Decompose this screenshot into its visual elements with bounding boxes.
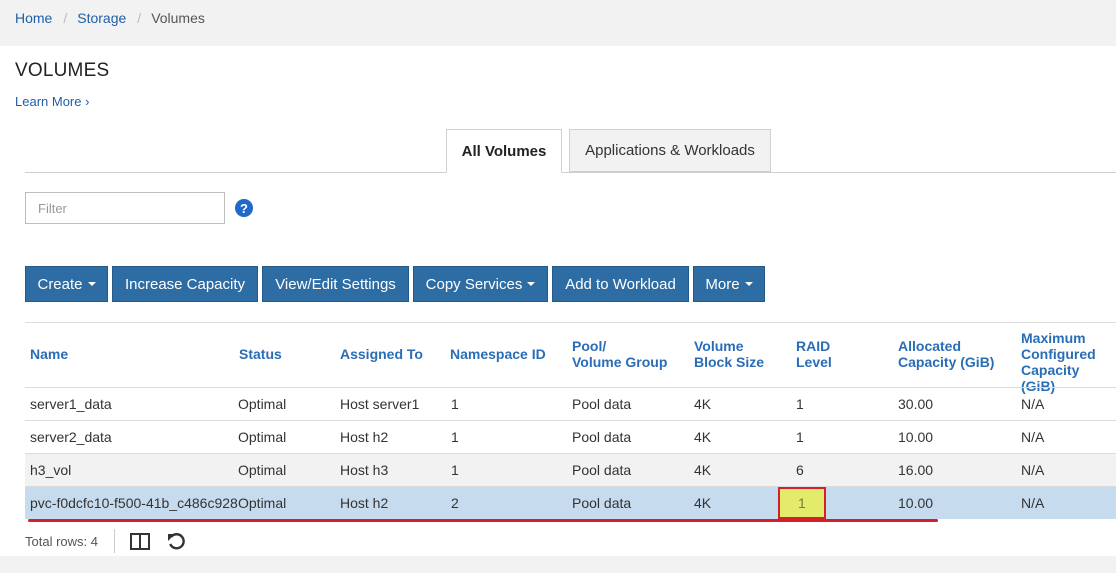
increase-capacity-button[interactable]: Increase Capacity (112, 266, 258, 302)
cell-raid: 1 (798, 495, 806, 511)
cell-max-capacity: N/A (1021, 495, 1045, 511)
copy-services-label: Copy Services (425, 275, 523, 293)
view-edit-settings-button[interactable]: View/Edit Settings (262, 266, 409, 302)
cell-status: Optimal (238, 396, 287, 412)
cell-block-size: 4K (694, 396, 712, 412)
header-alloc-line2: Capacity (GiB) (898, 354, 995, 370)
cell-name: pvc-f0dcfc10-f500-41b_c486c928 (30, 495, 238, 511)
cell-status: Optimal (238, 429, 287, 445)
cell-allocated: 16.00 (898, 462, 934, 478)
cell-namespace-id: 1 (451, 462, 459, 478)
cell-assigned-to: Host h2 (340, 429, 389, 445)
table-row-selected[interactable]: pvc-f0dcfc10-f500-41b_c486c928 Optimal H… (25, 486, 1116, 519)
header-pool-volume-group[interactable]: Pool/Volume Group (572, 338, 667, 370)
filter-input[interactable] (25, 192, 225, 224)
total-rows-label: Total rows: 4 (25, 534, 98, 549)
create-button[interactable]: Create (25, 266, 108, 302)
create-label: Create (37, 275, 83, 293)
header-status[interactable]: Status (239, 346, 282, 362)
table-row[interactable]: h3_vol Optimal Host h3 1 Pool data 4K 6 … (25, 453, 1116, 486)
cell-max-capacity: N/A (1021, 396, 1045, 412)
cell-block-size: 4K (694, 462, 712, 478)
cell-assigned-to: Host h3 (340, 462, 389, 478)
learn-more-link[interactable]: Learn More › (15, 94, 89, 109)
breadcrumb-home[interactable]: Home (15, 10, 52, 26)
cell-block-size: 4K (694, 429, 712, 445)
header-pool-line2: Volume Group (572, 354, 668, 370)
footer-divider (114, 529, 115, 553)
breadcrumb-storage[interactable]: Storage (77, 10, 126, 26)
breadcrumb-bar: Home / Storage / Volumes (0, 0, 1116, 46)
header-max-line2: Configured (1021, 346, 1096, 362)
cell-max-capacity: N/A (1021, 429, 1045, 445)
header-volume-block-size[interactable]: Volume Block Size (694, 338, 764, 370)
bottom-band (0, 556, 1116, 573)
cell-namespace-id: 1 (451, 396, 459, 412)
breadcrumb-separator: / (137, 10, 142, 26)
cell-raid: 1 (796, 429, 804, 445)
cell-raid: 1 (796, 396, 804, 412)
caret-down-icon (744, 282, 753, 286)
table-row[interactable]: server1_data Optimal Host server1 1 Pool… (25, 387, 1116, 420)
breadcrumb-separator: / (63, 10, 68, 26)
raid-highlight-box: 1 (778, 487, 826, 519)
more-label: More (705, 275, 740, 293)
caret-down-icon (87, 282, 96, 286)
cell-max-capacity: N/A (1021, 462, 1045, 478)
cell-status: Optimal (238, 495, 287, 511)
cell-namespace-id: 1 (451, 429, 459, 445)
cell-name: h3_vol (30, 462, 72, 478)
cell-status: Optimal (238, 462, 287, 478)
tab-divider (25, 172, 1116, 173)
cell-assigned-to: Host server1 (340, 396, 420, 412)
cell-name: server1_data (30, 396, 112, 412)
cell-pool: Pool data (572, 495, 632, 511)
cell-allocated: 10.00 (898, 429, 934, 445)
header-namespace-id[interactable]: Namespace ID (450, 346, 546, 362)
cell-raid: 6 (796, 462, 804, 478)
cell-assigned-to: Host h2 (340, 495, 389, 511)
more-button[interactable]: More (693, 266, 765, 302)
header-block-line1: Volume (694, 338, 744, 354)
cell-allocated: 10.00 (898, 495, 934, 511)
header-max-configured-capacity[interactable]: Maximum Configured Capacity (GiB) (1021, 330, 1116, 394)
cell-pool: Pool data (572, 429, 632, 445)
tab-applications-workloads[interactable]: Applications & Workloads (569, 129, 771, 172)
page-title: VOLUMES (15, 60, 110, 81)
red-underline-annotation (28, 519, 938, 522)
header-max-line1: Maximum (1021, 330, 1086, 346)
table-row[interactable]: server2_data Optimal Host h2 1 Pool data… (25, 420, 1116, 453)
columns-icon[interactable] (130, 533, 150, 550)
header-block-line2: Block Size (694, 354, 765, 370)
cell-allocated: 30.00 (898, 396, 934, 412)
header-alloc-line1: Allocated (898, 338, 962, 354)
cell-name: server2_data (30, 429, 112, 445)
cell-namespace-id: 2 (451, 495, 459, 511)
cell-pool: Pool data (572, 462, 632, 478)
refresh-icon[interactable] (166, 531, 187, 552)
header-raid-line1: RAID (796, 338, 831, 354)
table-top-border (25, 322, 1116, 323)
tab-all-volumes[interactable]: All Volumes (446, 129, 562, 173)
header-assigned-to[interactable]: Assigned To (340, 346, 423, 362)
cell-block-size: 4K (694, 495, 712, 511)
caret-down-icon (527, 282, 536, 286)
breadcrumb-current: Volumes (151, 10, 205, 26)
header-allocated-capacity[interactable]: Allocated Capacity (GiB) (898, 338, 994, 370)
question-circle-icon[interactable]: ? (235, 199, 253, 217)
copy-services-button[interactable]: Copy Services (413, 266, 548, 302)
header-name[interactable]: Name (30, 346, 68, 362)
header-pool-line1: Pool/ (572, 338, 607, 354)
breadcrumb: Home / Storage / Volumes (15, 10, 205, 26)
add-to-workload-button[interactable]: Add to Workload (552, 266, 689, 302)
cell-pool: Pool data (572, 396, 632, 412)
header-raid-level[interactable]: RAID Level (796, 338, 832, 370)
header-raid-line2: Level (796, 354, 832, 370)
